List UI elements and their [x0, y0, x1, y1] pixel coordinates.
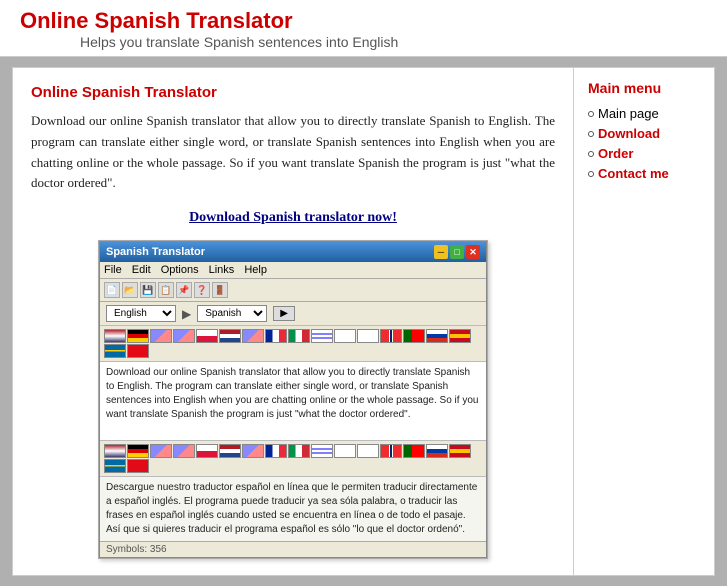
- app-title: Spanish Translator: [106, 246, 205, 258]
- main-container: Online Spanish Translator Download our o…: [12, 67, 715, 576]
- flag-jp-b[interactable]: [334, 444, 356, 458]
- flag-se[interactable]: [104, 344, 126, 358]
- toolbar-paste[interactable]: 📌: [176, 282, 192, 298]
- sidebar-link-contact[interactable]: Contact me: [598, 166, 669, 181]
- flag-row-bottom: [100, 441, 486, 477]
- app-window: Spanish Translator ─ □ ✕ File Edit Optio…: [99, 241, 487, 558]
- flag-pt[interactable]: [403, 329, 425, 343]
- sidebar-item-order[interactable]: Order: [588, 146, 700, 161]
- flag-pl[interactable]: [196, 329, 218, 343]
- menu-help[interactable]: Help: [244, 264, 267, 276]
- flag-cz-b[interactable]: [150, 444, 172, 458]
- source-lang-select[interactable]: English: [106, 305, 176, 322]
- flag-es-b[interactable]: [449, 444, 471, 458]
- flag-sk-b[interactable]: [173, 444, 195, 458]
- content-body: Download our online Spanish translator t…: [31, 111, 555, 194]
- flag-kr[interactable]: [357, 329, 379, 343]
- sidebar-link-mainpage[interactable]: Main page: [598, 106, 659, 121]
- sidebar-link-download[interactable]: Download: [598, 126, 660, 141]
- flag-us[interactable]: [104, 329, 126, 343]
- close-button[interactable]: ✕: [466, 245, 480, 259]
- source-textarea[interactable]: Download our online Spanish translator t…: [100, 362, 486, 441]
- flag-de[interactable]: [127, 329, 149, 343]
- site-title: Online Spanish Translator: [20, 8, 707, 34]
- minimize-button[interactable]: ─: [434, 245, 448, 259]
- toolbar-open[interactable]: 📂: [122, 282, 138, 298]
- flag-us-b[interactable]: [104, 444, 126, 458]
- page-header: Online Spanish Translator Helps you tran…: [0, 0, 727, 57]
- menu-edit[interactable]: Edit: [132, 264, 151, 276]
- toolbar-copy[interactable]: 📋: [158, 282, 174, 298]
- flag-ru-b[interactable]: [426, 444, 448, 458]
- app-menubar: File Edit Options Links Help: [100, 262, 486, 279]
- flag-row-top: [100, 326, 486, 362]
- translate-go-button[interactable]: ▶: [273, 306, 295, 321]
- app-titlebar: Spanish Translator ─ □ ✕: [100, 242, 486, 262]
- flag-sk[interactable]: [173, 329, 195, 343]
- flag-no[interactable]: [380, 329, 402, 343]
- toolbar-exit[interactable]: 🚪: [212, 282, 228, 298]
- content-title: Online Spanish Translator: [31, 84, 555, 101]
- bullet-icon: [588, 111, 594, 117]
- sidebar-link-order[interactable]: Order: [598, 146, 633, 161]
- flag-kr-b[interactable]: [357, 444, 379, 458]
- flag-fr-b[interactable]: [265, 444, 287, 458]
- menu-options[interactable]: Options: [161, 264, 199, 276]
- flag-il[interactable]: [311, 329, 333, 343]
- flag-il-b[interactable]: [311, 444, 333, 458]
- sidebar-item-contact[interactable]: Contact me: [588, 166, 700, 181]
- flag-nl-b[interactable]: [219, 444, 241, 458]
- toolbar-save[interactable]: 💾: [140, 282, 156, 298]
- bullet-icon-4: [588, 171, 594, 177]
- flag-jp[interactable]: [334, 329, 356, 343]
- app-statusbar: Symbols: 356: [100, 541, 486, 557]
- sidebar-title: Main menu: [588, 80, 700, 96]
- flag-fr[interactable]: [265, 329, 287, 343]
- toolbar-about[interactable]: ❓: [194, 282, 210, 298]
- flag-it-b[interactable]: [288, 444, 310, 458]
- flag-cz[interactable]: [150, 329, 172, 343]
- flag-pl-b[interactable]: [196, 444, 218, 458]
- flag-ru[interactable]: [426, 329, 448, 343]
- flag-nl[interactable]: [219, 329, 241, 343]
- app-toolbar: 📄 📂 💾 📋 📌 ❓ 🚪: [100, 279, 486, 302]
- lang-arrow: ▶: [182, 307, 191, 321]
- menu-links[interactable]: Links: [209, 264, 235, 276]
- titlebar-buttons: ─ □ ✕: [434, 245, 480, 259]
- bullet-icon-2: [588, 131, 594, 137]
- flag-fi-b[interactable]: [242, 444, 264, 458]
- flag-tr-b[interactable]: [127, 459, 149, 473]
- sidebar-menu: Main page Download Order Contact me: [588, 106, 700, 181]
- app-screenshot: Spanish Translator ─ □ ✕ File Edit Optio…: [98, 240, 488, 559]
- target-lang-select[interactable]: Spanish: [197, 305, 267, 322]
- lang-bar: English ▶ Spanish ▶: [100, 302, 486, 326]
- flag-de-b[interactable]: [127, 444, 149, 458]
- sidebar-item-mainpage[interactable]: Main page: [588, 106, 700, 121]
- flag-no-b[interactable]: [380, 444, 402, 458]
- maximize-button[interactable]: □: [450, 245, 464, 259]
- content-area: Online Spanish Translator Download our o…: [13, 68, 574, 575]
- flag-tr[interactable]: [127, 344, 149, 358]
- download-heading-link[interactable]: Download Spanish translator now!: [31, 210, 555, 226]
- translated-text: Descargue nuestro traductor español en l…: [100, 477, 486, 541]
- flag-fi[interactable]: [242, 329, 264, 343]
- menu-file[interactable]: File: [104, 264, 122, 276]
- flag-se-b[interactable]: [104, 459, 126, 473]
- site-subtitle: Helps you translate Spanish sentences in…: [80, 34, 707, 50]
- flag-it[interactable]: [288, 329, 310, 343]
- bullet-icon-3: [588, 151, 594, 157]
- flag-pt-b[interactable]: [403, 444, 425, 458]
- toolbar-new[interactable]: 📄: [104, 282, 120, 298]
- sidebar: Main menu Main page Download Order Conta…: [574, 68, 714, 575]
- flag-es[interactable]: [449, 329, 471, 343]
- sidebar-item-download[interactable]: Download: [588, 126, 700, 141]
